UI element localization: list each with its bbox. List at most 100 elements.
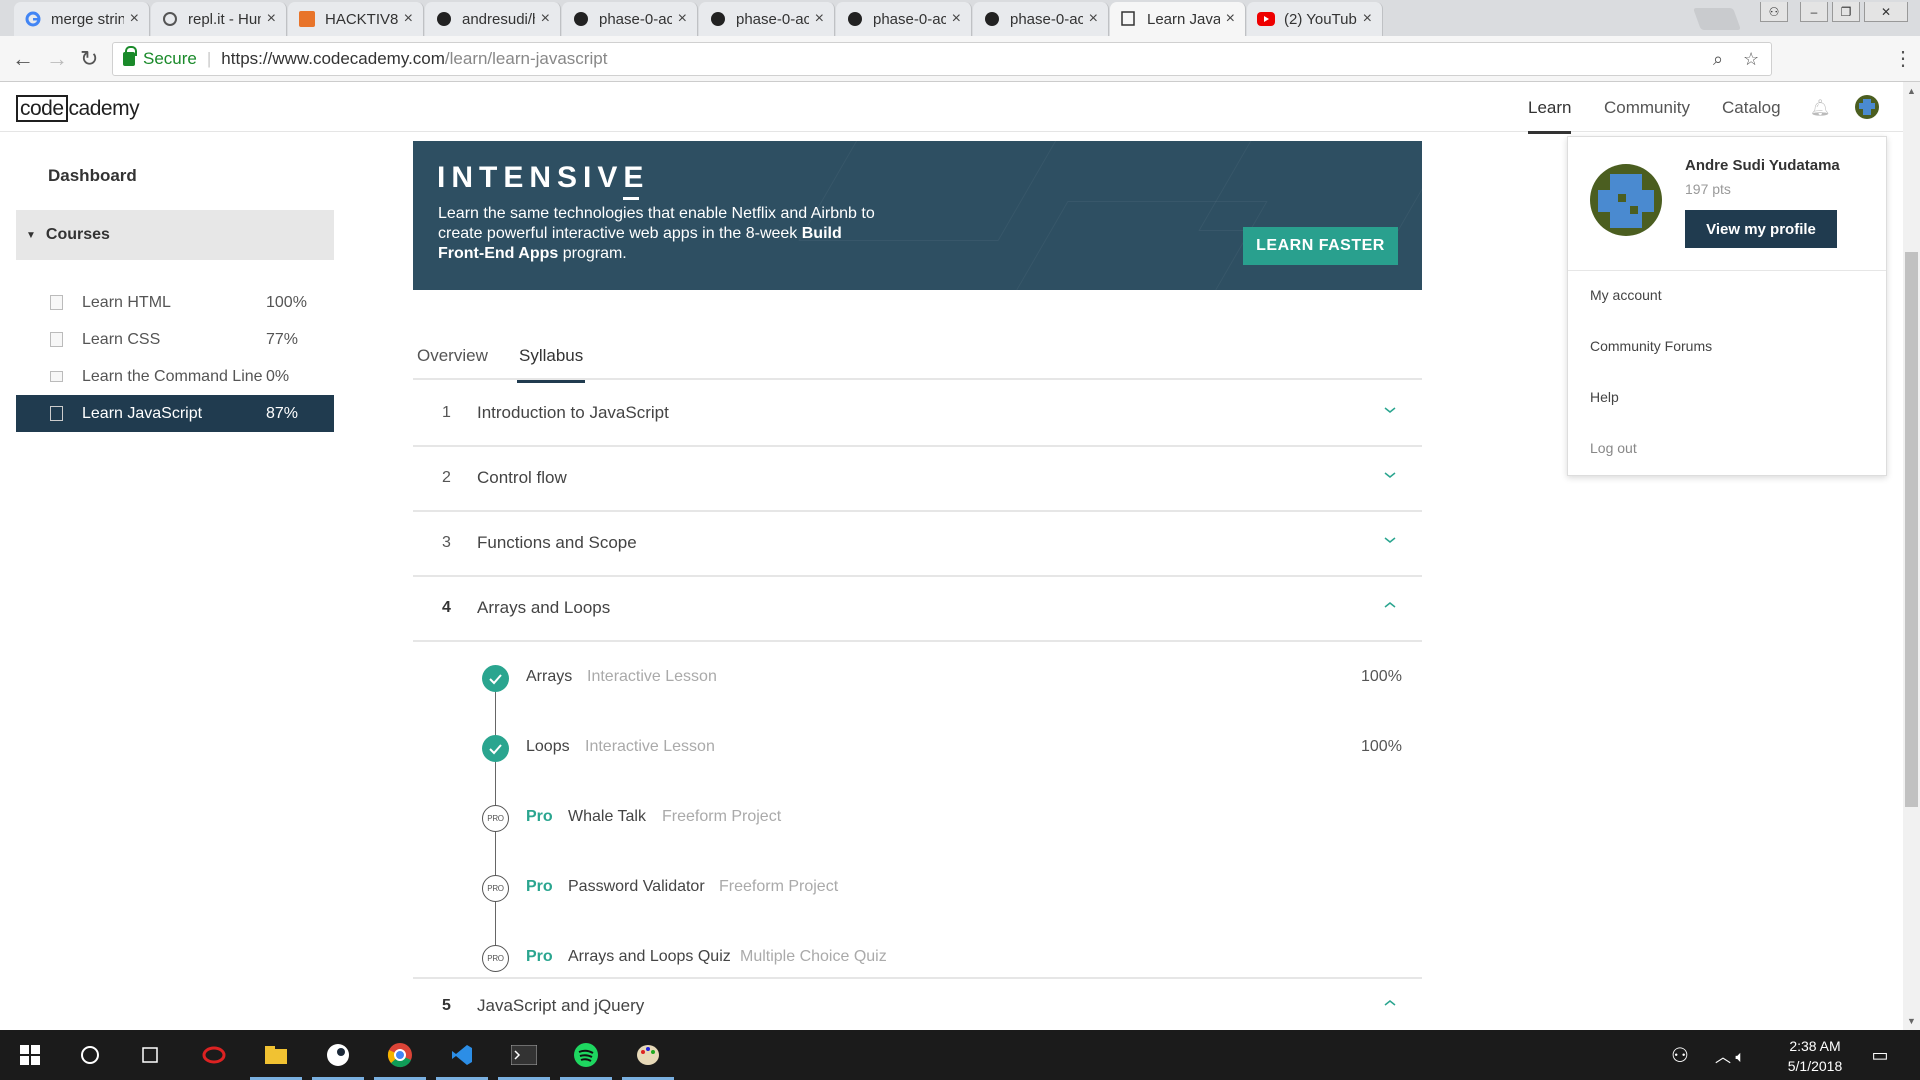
syllabus-module[interactable]: 1 Introduction to JavaScript	[413, 382, 1422, 447]
view-profile-button[interactable]: View my profile	[1685, 210, 1837, 248]
vscode-icon[interactable]	[432, 1030, 492, 1080]
course-tabs: Overview Syllabus	[413, 332, 1422, 383]
windows-start-icon[interactable]	[0, 1030, 60, 1080]
notifications-icon[interactable]: ▭	[1850, 1030, 1910, 1080]
lock-icon	[123, 46, 137, 66]
profile-icon[interactable]: ⚇	[1760, 2, 1788, 22]
lesson-item[interactable]: Loops Interactive Lesson 100%	[413, 713, 1422, 783]
course-icon	[50, 332, 63, 347]
nav-learn[interactable]: Learn	[1528, 98, 1572, 134]
community-forums-link[interactable]: Community Forums	[1590, 338, 1712, 354]
syllabus-module-expanded[interactable]: 4 Arrays and Loops	[413, 577, 1422, 642]
browser-tab[interactable]: andresudi/h8×	[425, 2, 561, 36]
close-icon[interactable]: ×	[1089, 10, 1098, 28]
secure-label: Secure	[143, 49, 197, 68]
sidebar-course-item-active[interactable]: Learn JavaScript 87%	[16, 395, 334, 432]
chevron-down-icon[interactable]	[1384, 469, 1396, 481]
window-close-icon[interactable]: ✕	[1864, 2, 1908, 22]
sidebar-course-item[interactable]: Learn CSS 77%	[16, 321, 334, 358]
url-path: /learn/learn-javascript	[444, 49, 608, 68]
browser-tab[interactable]: repl.it - Huma×	[151, 2, 287, 36]
close-icon[interactable]: ×	[815, 10, 824, 28]
forward-icon[interactable]: →	[46, 46, 68, 72]
github-icon	[435, 10, 453, 28]
courses-section-toggle[interactable]: ▼ Courses	[16, 210, 334, 260]
avatar[interactable]	[1855, 95, 1879, 119]
restore-icon[interactable]: ❐	[1832, 2, 1860, 22]
file-explorer-icon[interactable]	[246, 1030, 306, 1080]
browser-tab-active[interactable]: Learn JavaScri×	[1110, 2, 1246, 36]
back-icon[interactable]: ←	[12, 46, 34, 72]
syllabus-module[interactable]: 3 Functions and Scope	[413, 512, 1422, 577]
system-clock[interactable]: 2:38 AM 5/1/2018	[1770, 1036, 1860, 1076]
close-icon[interactable]: ×	[130, 10, 139, 28]
caret-down-icon: ▼	[26, 229, 36, 241]
minimize-icon[interactable]: –	[1800, 2, 1828, 22]
close-icon[interactable]: ×	[1226, 10, 1235, 28]
course-icon	[50, 406, 63, 421]
lesson-item[interactable]: Arrays Interactive Lesson 100%	[413, 643, 1422, 713]
task-view-icon[interactable]	[120, 1030, 180, 1080]
log-out-link[interactable]: Log out	[1590, 440, 1637, 456]
banner-description: Learn the same technologies that enable …	[438, 205, 875, 262]
close-icon[interactable]: ×	[678, 10, 687, 28]
tray-icons[interactable]: ︿ 🔈︎	[1700, 1030, 1760, 1080]
profile-avatar[interactable]	[1590, 164, 1662, 236]
page-scrollbar[interactable]: ▲ ▼	[1903, 82, 1920, 1030]
github-icon	[983, 10, 1001, 28]
paint-icon[interactable]	[618, 1030, 678, 1080]
sidebar-dashboard-link[interactable]: Dashboard	[48, 166, 137, 186]
chevron-down-icon[interactable]	[1384, 404, 1396, 416]
browser-tab[interactable]: phase-0-activ×	[699, 2, 835, 36]
learn-faster-button[interactable]: LEARN FASTER	[1243, 227, 1398, 265]
terminal-icon[interactable]	[494, 1030, 554, 1080]
chevron-down-icon[interactable]	[1384, 534, 1396, 546]
scroll-up-icon[interactable]: ▲	[1907, 86, 1916, 96]
chrome-icon[interactable]	[370, 1030, 430, 1080]
scroll-thumb[interactable]	[1905, 252, 1918, 807]
close-icon[interactable]: ×	[404, 10, 413, 28]
banner-title: INTENSIVE	[437, 161, 649, 200]
url-input[interactable]: Secure | https://www.codecademy.com/lear…	[112, 42, 1772, 76]
bell-icon[interactable]: 🔔︎	[1810, 98, 1830, 118]
tab-overview[interactable]: Overview	[417, 346, 488, 366]
help-link[interactable]: Help	[1590, 389, 1619, 405]
close-icon[interactable]: ×	[541, 10, 550, 28]
bookmark-star-icon[interactable]: ☆	[1743, 49, 1759, 70]
my-account-link[interactable]: My account	[1590, 287, 1662, 303]
profile-name: Andre Sudi Yudatama	[1685, 157, 1840, 174]
steam-icon[interactable]	[308, 1030, 368, 1080]
browser-tab[interactable]: phase-0-activ×	[973, 2, 1109, 36]
sidebar-course-item[interactable]: Learn the Command Line 0%	[16, 358, 334, 395]
spotify-icon[interactable]	[556, 1030, 616, 1080]
chevron-up-icon[interactable]	[1384, 599, 1396, 611]
lesson-item[interactable]: PRO Pro Whale Talk Freeform Project	[413, 783, 1422, 853]
app-icon[interactable]	[184, 1030, 244, 1080]
browser-tab[interactable]: phase-0-activ×	[562, 2, 698, 36]
close-icon[interactable]: ×	[267, 10, 276, 28]
scroll-down-icon[interactable]: ▼	[1907, 1016, 1916, 1026]
new-tab-button[interactable]	[1692, 8, 1742, 30]
github-icon	[572, 10, 590, 28]
browser-menu-icon[interactable]: ⋮	[1893, 46, 1913, 71]
syllabus-module[interactable]: 2 Control flow	[413, 447, 1422, 512]
search-icon[interactable]: ⌕	[1713, 49, 1723, 70]
url-separator: |	[206, 49, 212, 68]
browser-tab[interactable]: (2) YouTube×	[1247, 2, 1383, 36]
close-icon[interactable]: ×	[1363, 10, 1372, 28]
sidebar-course-item[interactable]: Learn HTML 100%	[16, 284, 334, 321]
reload-icon[interactable]: ↻	[80, 46, 98, 72]
nav-catalog[interactable]: Catalog	[1722, 98, 1781, 118]
codecademy-logo[interactable]: code cademy	[16, 95, 140, 122]
nav-community[interactable]: Community	[1604, 98, 1690, 118]
lesson-item[interactable]: PRO Pro Password Validator Freeform Proj…	[413, 853, 1422, 923]
close-icon[interactable]: ×	[952, 10, 961, 28]
search-icon[interactable]	[60, 1030, 120, 1080]
youtube-icon	[1257, 10, 1275, 28]
chevron-up-icon[interactable]	[1384, 997, 1396, 1009]
browser-tab[interactable]: phase-0-activ×	[836, 2, 972, 36]
browser-tab[interactable]: HACKTIV8 Fo×	[288, 2, 424, 36]
tab-syllabus[interactable]: Syllabus	[516, 346, 586, 383]
windows-taskbar: ⚇ ︿ 🔈︎ 2:38 AM 5/1/2018 ▭	[0, 1030, 1920, 1080]
browser-tab[interactable]: merge string i×	[14, 2, 150, 36]
